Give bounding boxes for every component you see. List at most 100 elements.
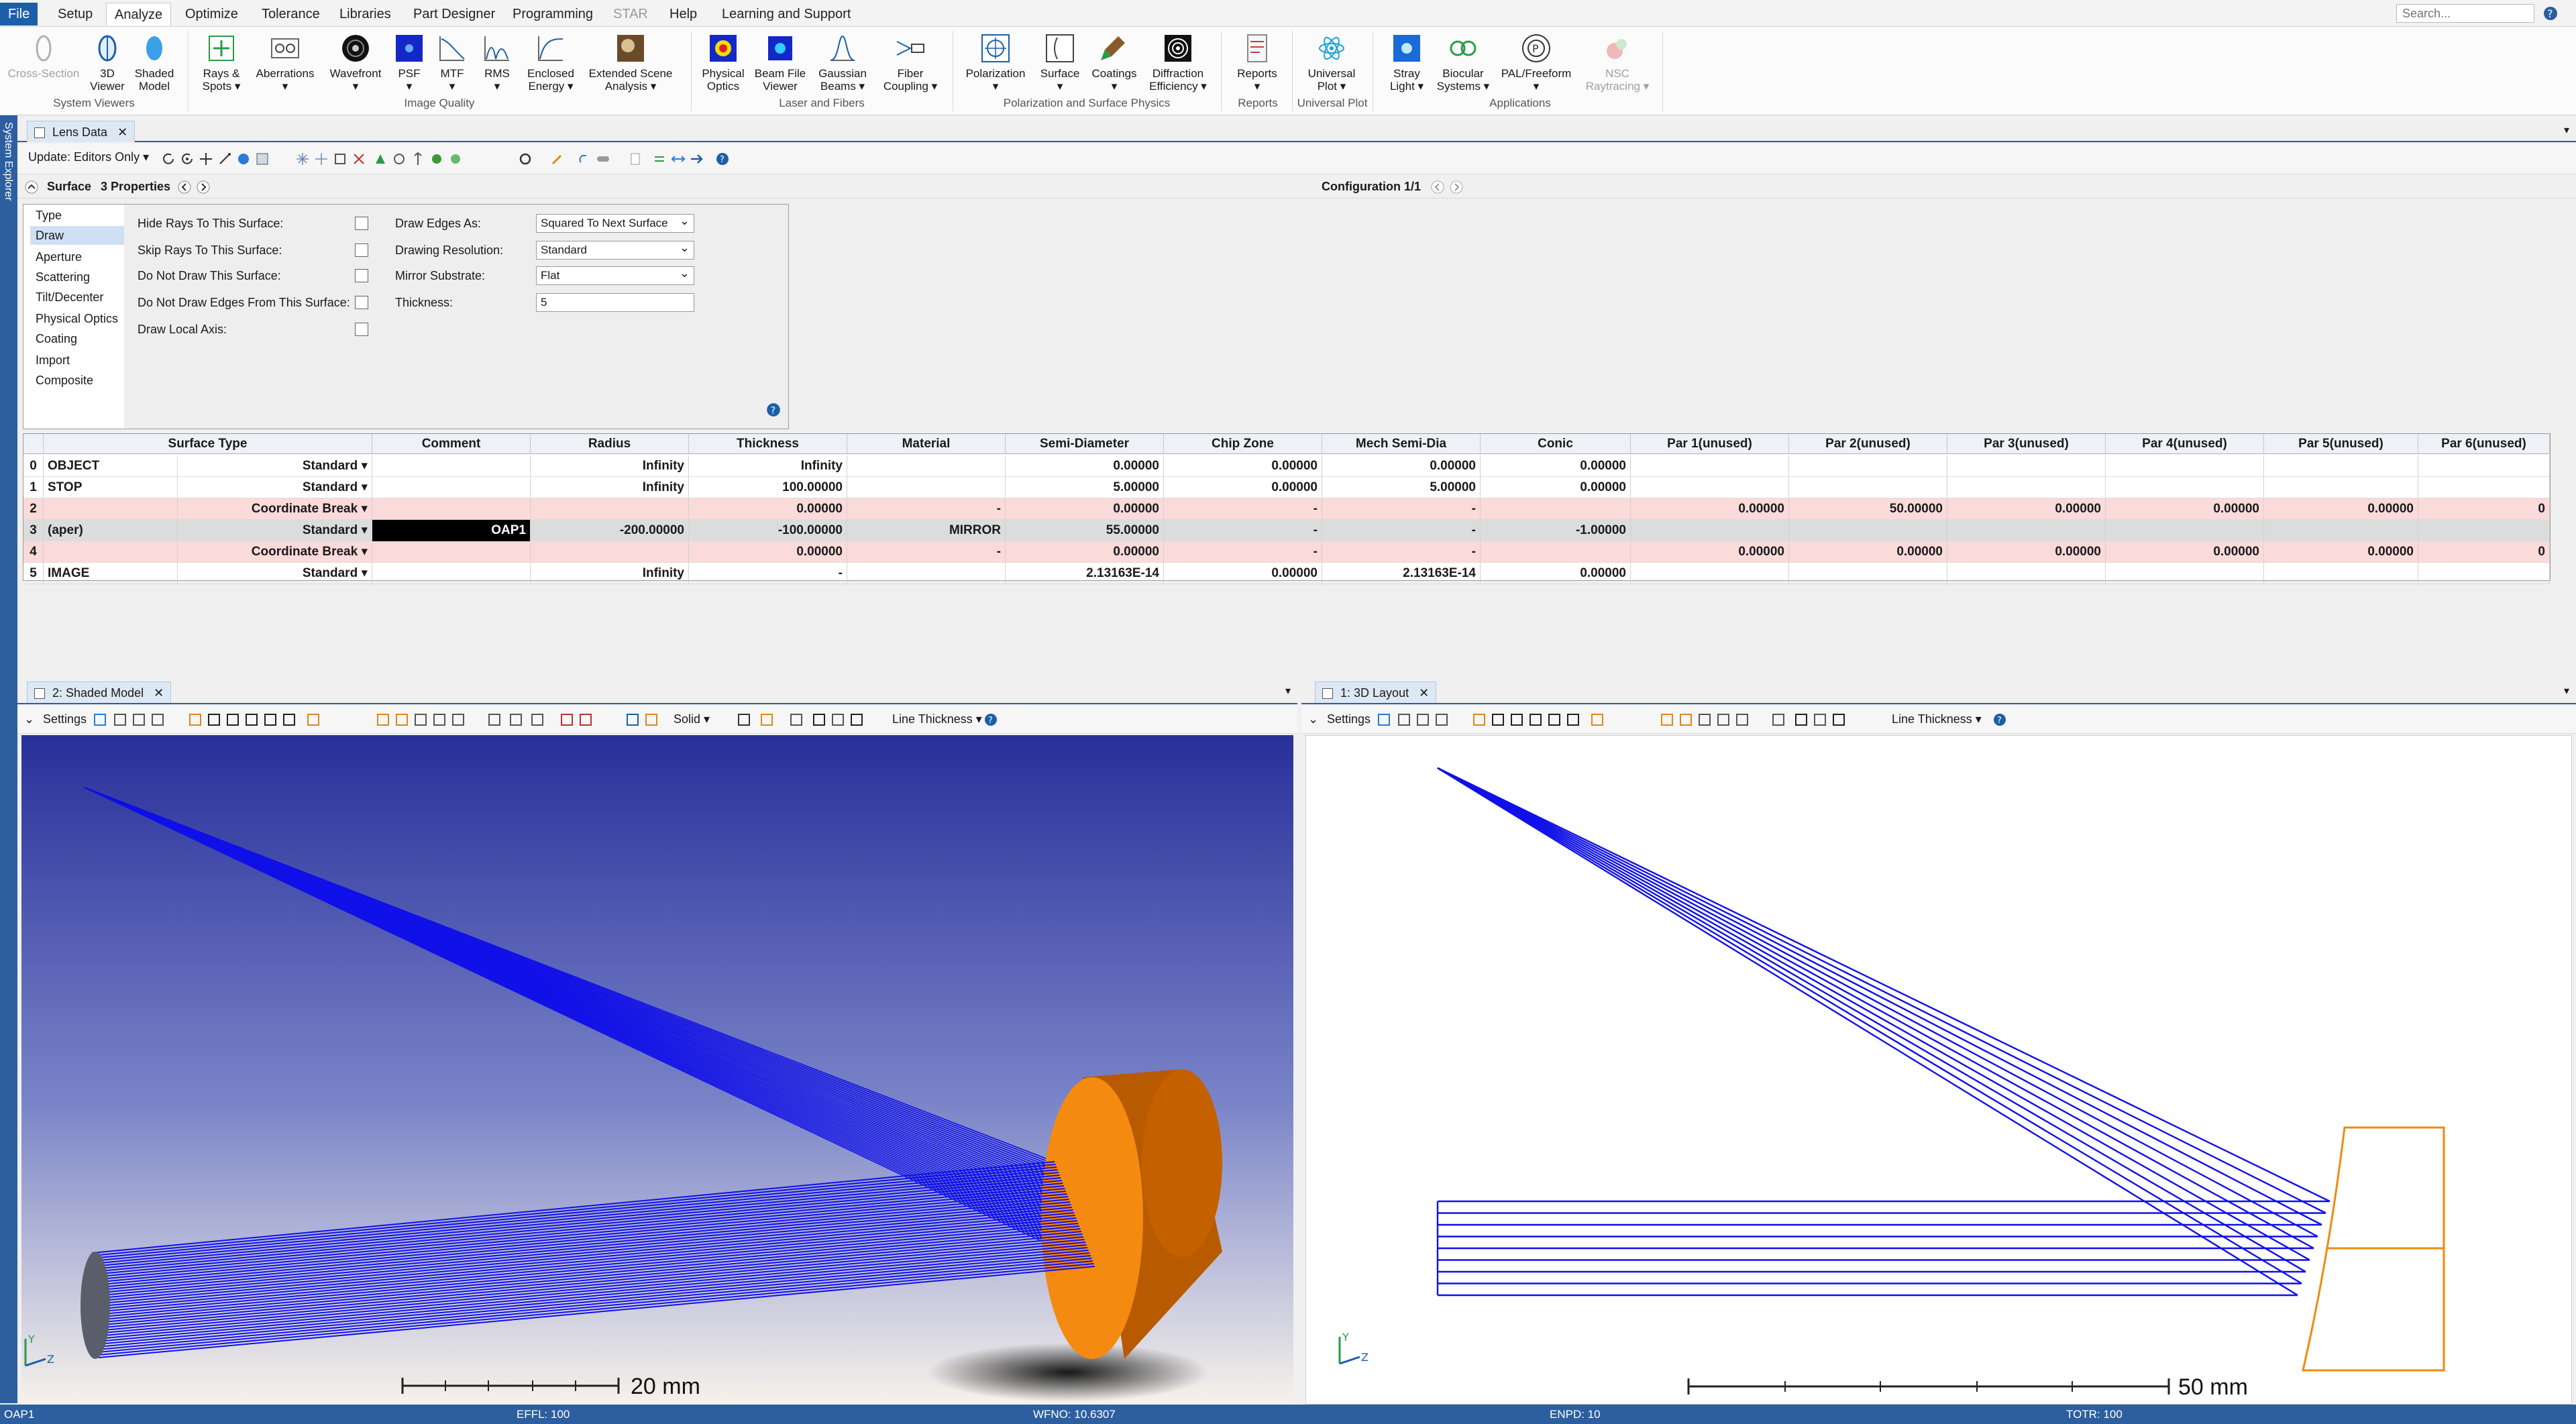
help-icon[interactable]: ?: [715, 152, 730, 166]
cross-section-button[interactable]: Cross-Section: [7, 32, 80, 80]
universal-plot-button[interactable]: Universal Plot ▾: [1300, 32, 1363, 93]
tool-opt-icon[interactable]: [392, 152, 407, 166]
p3-cell[interactable]: [1947, 477, 2106, 498]
row-number[interactable]: 5: [23, 563, 44, 584]
radius-cell[interactable]: Infinity: [531, 563, 689, 584]
mech-cell[interactable]: 2.13163E-14: [1322, 563, 1481, 584]
surface-name-cell[interactable]: IMAGE: [44, 563, 178, 584]
table-row[interactable]: 1 STOP Standard ▾ Infinity 100.00000 5.00000 0…: [23, 477, 2550, 498]
tool-sparkle2-icon[interactable]: [314, 152, 329, 166]
surface-type-cell[interactable]: Standard ▾: [178, 563, 372, 584]
axes-icon[interactable]: [306, 712, 321, 727]
window-options-icon[interactable]: ▾: [2564, 684, 2569, 698]
tool-green-icon[interactable]: [373, 152, 388, 166]
tool-sparkle-icon[interactable]: [295, 152, 310, 166]
p5-cell[interactable]: 0.00000: [2264, 541, 2418, 563]
window-options-icon[interactable]: ▾: [1285, 684, 1291, 698]
surface-type-cell[interactable]: Standard ▾: [178, 477, 372, 498]
chip-cell[interactable]: 0.00000: [1164, 477, 1322, 498]
coatings-button[interactable]: Coatings ▾: [1088, 32, 1140, 93]
radius-cell[interactable]: -200.00000: [531, 520, 689, 541]
copy-icon[interactable]: [113, 712, 127, 727]
comment-cell[interactable]: [372, 477, 531, 498]
rays-spots-button[interactable]: Rays & Spots ▾: [197, 32, 246, 93]
header-par1[interactable]: Par 1(unused): [1631, 434, 1789, 454]
prev-surface-icon[interactable]: [177, 180, 192, 195]
close-icon[interactable]: ✕: [154, 686, 164, 700]
nsc-raytracing-button[interactable]: NSC Raytracing ▾: [1580, 32, 1654, 93]
category-tilt-decenter[interactable]: Tilt/Decenter: [30, 288, 124, 307]
pencil-icon[interactable]: [188, 712, 203, 727]
polarization-button[interactable]: Polarization ▾: [961, 32, 1030, 93]
thickness-cell[interactable]: -: [689, 563, 847, 584]
enclosed-energy-button[interactable]: Enclosed Energy ▾: [522, 32, 580, 93]
yz-view-icon[interactable]: [508, 712, 523, 727]
cube-icon[interactable]: [625, 712, 640, 727]
layers-icon[interactable]: [644, 712, 659, 727]
semi-cell[interactable]: 55.00000: [1006, 520, 1164, 541]
header-comment[interactable]: Comment: [372, 434, 531, 454]
wavefront-button[interactable]: Wavefront ▾: [325, 32, 386, 93]
help-search-icon[interactable]: ?: [2542, 5, 2559, 21]
line-icon[interactable]: [1509, 712, 1524, 727]
surface-name-cell[interactable]: OBJECT: [44, 455, 178, 477]
p1-cell[interactable]: [1631, 520, 1789, 541]
circle-menu-icon[interactable]: [518, 152, 533, 166]
comment-cell[interactable]: [372, 541, 531, 563]
expand-icon[interactable]: [671, 152, 686, 166]
thickness-cell[interactable]: 0.00000: [689, 498, 847, 520]
menu-programming[interactable]: Programming: [504, 3, 601, 25]
shaded-model-view[interactable]: Y Z 20 mm: [21, 735, 1293, 1405]
p4-cell[interactable]: 0.00000: [2106, 541, 2264, 563]
p5-cell[interactable]: [2264, 563, 2418, 584]
zoom-icon[interactable]: [1716, 712, 1731, 727]
toggle-icon[interactable]: [596, 152, 610, 166]
header-par6[interactable]: Par 6(unused): [2418, 434, 2550, 454]
mech-cell[interactable]: 5.00000: [1322, 477, 1481, 498]
semi-cell[interactable]: 0.00000: [1006, 541, 1164, 563]
shaded-model-button[interactable]: Shaded Model: [131, 32, 177, 93]
thickness-input[interactable]: 5: [536, 293, 694, 312]
menu-libraries[interactable]: Libraries: [331, 3, 399, 25]
p4-cell[interactable]: [2106, 520, 2264, 541]
rms-button[interactable]: RMS ▾: [476, 32, 518, 93]
row-number[interactable]: 3: [23, 520, 44, 541]
3d-layout-view[interactable]: Y Z 50 mm: [1305, 735, 2572, 1405]
settings-button[interactable]: Settings: [43, 712, 87, 726]
conic-cell[interactable]: [1481, 541, 1631, 563]
p5-cell[interactable]: 0.00000: [2264, 498, 2418, 520]
p6-cell[interactable]: 0: [2418, 541, 2550, 563]
rotate-icon[interactable]: [1660, 712, 1674, 727]
globe-icon[interactable]: [236, 152, 251, 166]
header-mech-semi-dia[interactable]: Mech Semi-Dia: [1322, 434, 1481, 454]
row-number[interactable]: 1: [23, 477, 44, 498]
window-options-icon[interactable]: ▾: [2564, 123, 2569, 137]
tab-lens-data[interactable]: Lens Data ✕: [27, 121, 136, 142]
p3-cell[interactable]: [1947, 520, 2106, 541]
header-conic[interactable]: Conic: [1481, 434, 1631, 454]
material-cell[interactable]: -: [847, 541, 1006, 563]
gaussian-beams-button[interactable]: Gaussian Beams ▾: [812, 32, 873, 93]
comment-cell[interactable]: [372, 455, 531, 477]
line-thickness-dropdown[interactable]: Line Thickness ▾: [1892, 712, 1982, 726]
mech-cell[interactable]: -: [1322, 520, 1481, 541]
p4-cell[interactable]: [2106, 563, 2264, 584]
thickness-cell[interactable]: 100.00000: [689, 477, 847, 498]
menu-learning[interactable]: Learning and Support: [714, 3, 859, 25]
rectangle-icon[interactable]: [1491, 712, 1505, 727]
dimension-icon[interactable]: [1566, 712, 1580, 727]
p4-cell[interactable]: [2106, 477, 2264, 498]
radius-cell[interactable]: [531, 541, 689, 563]
physical-optics-button[interactable]: Physical Optics: [698, 32, 749, 93]
semi-cell[interactable]: 5.00000: [1006, 477, 1164, 498]
comment-cell[interactable]: OAP1: [372, 520, 531, 541]
header-surface-type[interactable]: Surface Type: [44, 434, 372, 454]
category-physical-optics[interactable]: Physical Optics: [30, 309, 124, 328]
material-cell[interactable]: [847, 563, 1006, 584]
category-composite[interactable]: Composite: [30, 371, 124, 390]
layout-help-icon[interactable]: ?: [1992, 712, 2007, 727]
p6-cell[interactable]: [2418, 563, 2550, 584]
close-icon[interactable]: ✕: [1419, 686, 1429, 700]
mech-cell[interactable]: -: [1322, 541, 1481, 563]
close-icon[interactable]: ✕: [117, 125, 127, 139]
